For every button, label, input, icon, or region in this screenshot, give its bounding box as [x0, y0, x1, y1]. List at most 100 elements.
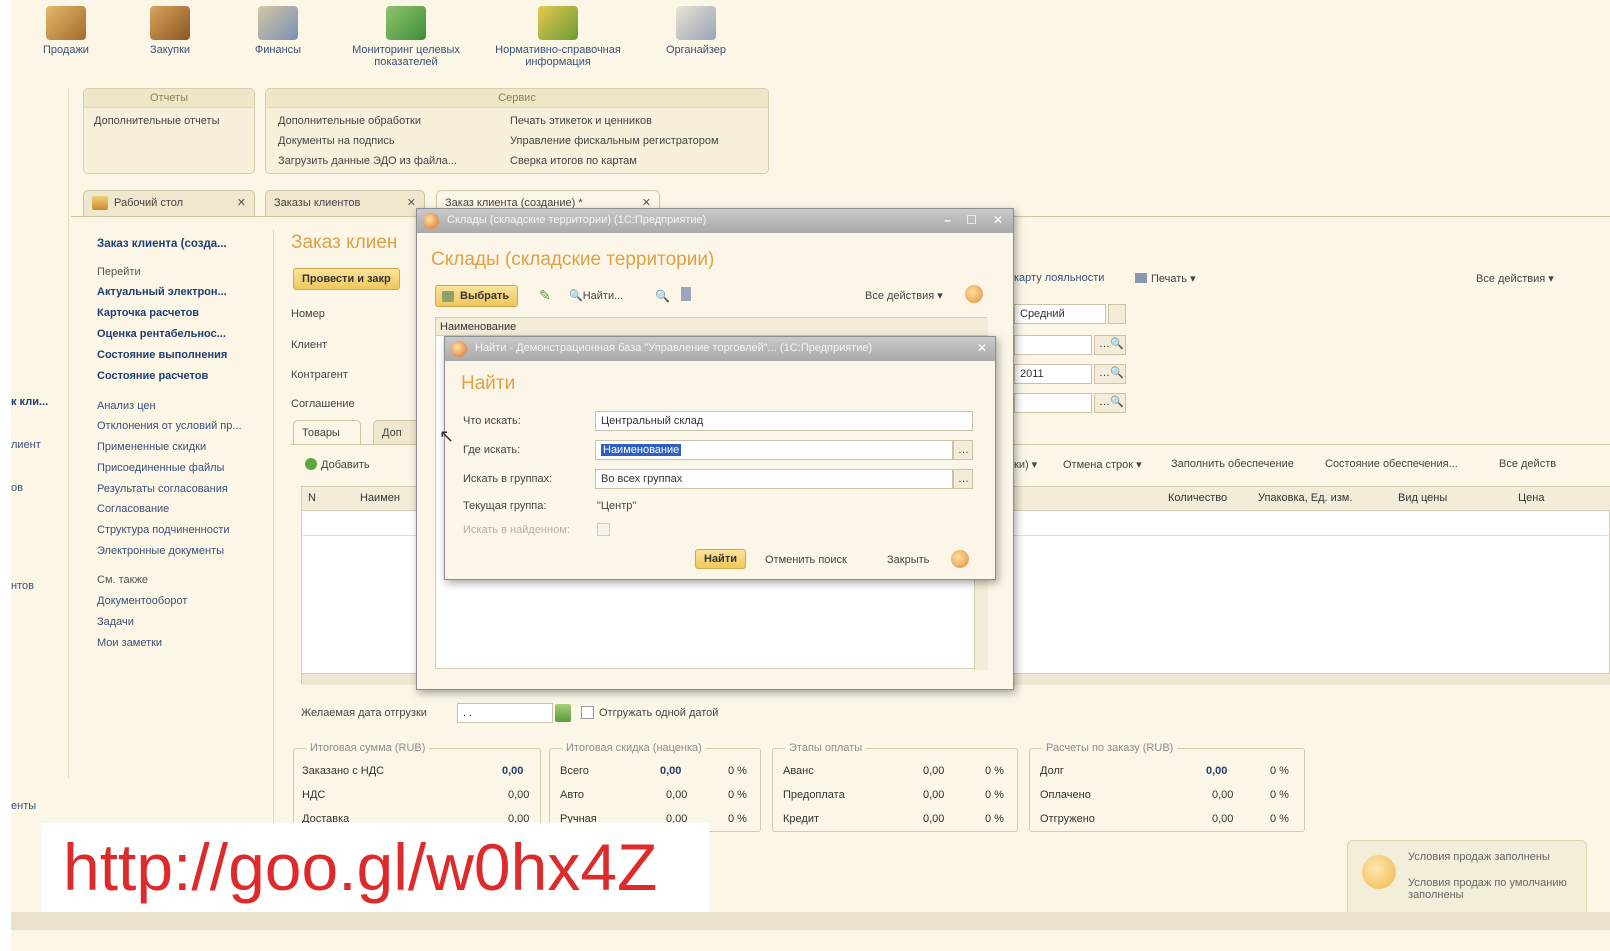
column-header-name[interactable]: Наимен [360, 492, 400, 504]
where-select-button[interactable]: … [953, 440, 973, 460]
priority-dropdown-button[interactable] [1108, 304, 1126, 324]
nav-item[interactable]: Карточка расчетов [97, 307, 199, 319]
section-organizer[interactable]: Органайзер [641, 0, 751, 56]
nav-item[interactable]: Структура подчиненности [97, 524, 230, 536]
service-link[interactable]: Дополнительные обработки [278, 115, 421, 127]
nav-item[interactable]: Электронные документы [97, 545, 224, 557]
close-icon[interactable]: ✕ [993, 213, 1003, 227]
ship-one-date-checkbox[interactable] [581, 706, 594, 719]
close-icon[interactable]: ✕ [977, 341, 987, 355]
maximize-icon[interactable]: ☐ [966, 213, 977, 227]
watermark-url-banner: http://goo.gl/w0hx4Z [41, 823, 709, 912]
client-select-button[interactable]: …🔍 [1094, 335, 1126, 355]
notification-toast[interactable]: Условия продаж заполнены Условия продаж … [1347, 840, 1587, 920]
section-monitoring[interactable]: Мониторинг целевых показателей [336, 0, 476, 68]
summary-row-label: Авто [560, 789, 584, 801]
nav-item[interactable]: Состояние расчетов [97, 370, 208, 382]
nav-item[interactable]: Отклонения от условий пр... [97, 420, 242, 432]
warehouse-dialog-titlebar[interactable]: Склады (складские территории) (1С:Предпр… [417, 209, 1013, 233]
priority-field[interactable]: Средний [1014, 304, 1106, 324]
add-row-button[interactable]: Добавить [305, 458, 370, 471]
nav-item[interactable]: Согласование [97, 503, 169, 515]
nav-item[interactable]: Актуальный электрон... [97, 286, 227, 298]
search-in-found-checkbox[interactable] [597, 523, 610, 536]
nav-item[interactable]: Оценка рентабельнос... [97, 328, 226, 340]
fill-supply-link[interactable]: Заполнить обеспечение [1171, 458, 1294, 470]
ship-date-label: Желаемая дата отгрузки [301, 707, 427, 719]
column-header-name[interactable]: Наименование [440, 321, 516, 333]
edit-icon[interactable]: ✎ [539, 287, 551, 304]
service-link[interactable]: Загрузить данные ЭДО из файла... [278, 155, 457, 167]
nav-item[interactable]: Присоединенные файлы [97, 462, 224, 474]
sales-icon [46, 6, 86, 40]
service-link[interactable]: Печать этикеток и ценников [510, 115, 652, 127]
agreement-select-button[interactable]: …🔍 [1094, 393, 1126, 413]
print-menu[interactable]: Печать ▾ [1135, 272, 1196, 285]
list-icon[interactable] [681, 287, 691, 301]
column-header-price[interactable]: Цена [1518, 492, 1544, 504]
inner-tab-goods[interactable]: Товары [293, 420, 361, 444]
service-link[interactable]: Документы на подпись [278, 135, 395, 147]
table-all-actions-menu[interactable]: Все действ [1499, 458, 1556, 470]
nav-item[interactable]: Результаты согласования [97, 483, 228, 495]
calendar-icon[interactable] [555, 704, 571, 722]
supply-status-link[interactable]: Состояние обеспечения... [1325, 458, 1458, 470]
summary-row-label: Предоплата [783, 789, 845, 801]
cancel-search-button[interactable]: Отменить поиск [765, 554, 847, 566]
all-actions-menu[interactable]: Все действия ▾ [1476, 272, 1554, 285]
where-field[interactable]: Наименование [595, 440, 953, 460]
find-confirm-button[interactable]: Найти [695, 549, 746, 569]
service-link[interactable]: Управление фискальным регистратором [510, 135, 719, 147]
notification-text: Условия продаж по умолчанию заполнены [1408, 877, 1567, 901]
agreement-field[interactable] [1014, 393, 1092, 413]
nav-item[interactable]: Мои заметки [97, 637, 162, 649]
nav-splitter[interactable] [273, 230, 274, 920]
cancel-search-icon[interactable]: 🔍 [655, 289, 670, 303]
post-and-close-button[interactable]: Провести и закр [293, 268, 400, 290]
close-icon[interactable]: ✕ [237, 196, 246, 209]
client-field[interactable] [1014, 335, 1092, 355]
column-header-n[interactable]: N [308, 492, 316, 504]
minimize-icon[interactable]: – [944, 213, 951, 227]
summary-row-label: Отгружено [1040, 813, 1095, 825]
section-purchases[interactable]: Закупки [115, 0, 225, 56]
section-sales[interactable]: Продажи [11, 0, 121, 56]
nav-item[interactable]: Задачи [97, 616, 134, 628]
what-field[interactable]: Центральный склад [595, 411, 973, 431]
nav-item[interactable]: Документооборот [97, 595, 187, 607]
dialog-all-actions-menu[interactable]: Все действия ▾ [865, 289, 943, 302]
tab-desktop[interactable]: Рабочий стол ✕ [83, 190, 255, 216]
summary-row-percent: 0 % [1270, 813, 1289, 825]
ship-date-field[interactable]: . . [457, 703, 553, 723]
help-icon[interactable] [951, 550, 969, 568]
nav-title[interactable]: Заказ клиента (созда... [97, 238, 227, 250]
select-button[interactable]: Выбрать [435, 285, 519, 307]
section-reference[interactable]: Нормативно-справочная информация [483, 0, 633, 68]
service-panel: Сервис Дополнительные обработки Документ… [265, 88, 769, 174]
find-button[interactable]: 🔍Найти... [569, 289, 623, 302]
nav-item[interactable]: Примененные скидки [97, 441, 206, 453]
nav-see-also-heading: См. также [97, 574, 148, 586]
nav-item[interactable]: Анализ цен [97, 400, 156, 412]
date-field[interactable]: 2011 [1014, 364, 1092, 384]
cancel-rows-menu[interactable]: Отмена строк ▾ [1063, 458, 1142, 471]
counterparty-select-button[interactable]: …🔍 [1094, 364, 1126, 384]
close-button[interactable]: Закрыть [887, 554, 929, 566]
nav-item[interactable]: Состояние выполнения [97, 349, 227, 361]
app-logo-icon [451, 341, 467, 357]
table-actions-fragment[interactable]: ки) ▾ [1014, 458, 1037, 471]
groups-dropdown-button[interactable]: … [953, 469, 973, 489]
close-icon[interactable]: ✕ [407, 196, 416, 209]
help-icon[interactable] [965, 285, 983, 303]
column-header-quantity[interactable]: Количество [1168, 492, 1227, 504]
groups-field[interactable]: Во всех группах [595, 469, 953, 489]
additional-reports-link[interactable]: Дополнительные отчеты [94, 115, 219, 127]
loyalty-card-link[interactable]: карту лояльности [1014, 272, 1104, 284]
column-header-price-type[interactable]: Вид цены [1398, 492, 1447, 504]
service-link[interactable]: Сверка итогов по картам [510, 155, 637, 167]
tab-customer-orders[interactable]: Заказы клиентов ✕ [265, 190, 425, 216]
section-finance[interactable]: Финансы [223, 0, 333, 56]
left-edge-text: енты [11, 800, 37, 812]
column-header-package[interactable]: Упаковка, Ед. изм. [1258, 492, 1352, 504]
find-dialog-titlebar[interactable]: Найти - Демонстрационная база "Управлени… [445, 337, 995, 361]
